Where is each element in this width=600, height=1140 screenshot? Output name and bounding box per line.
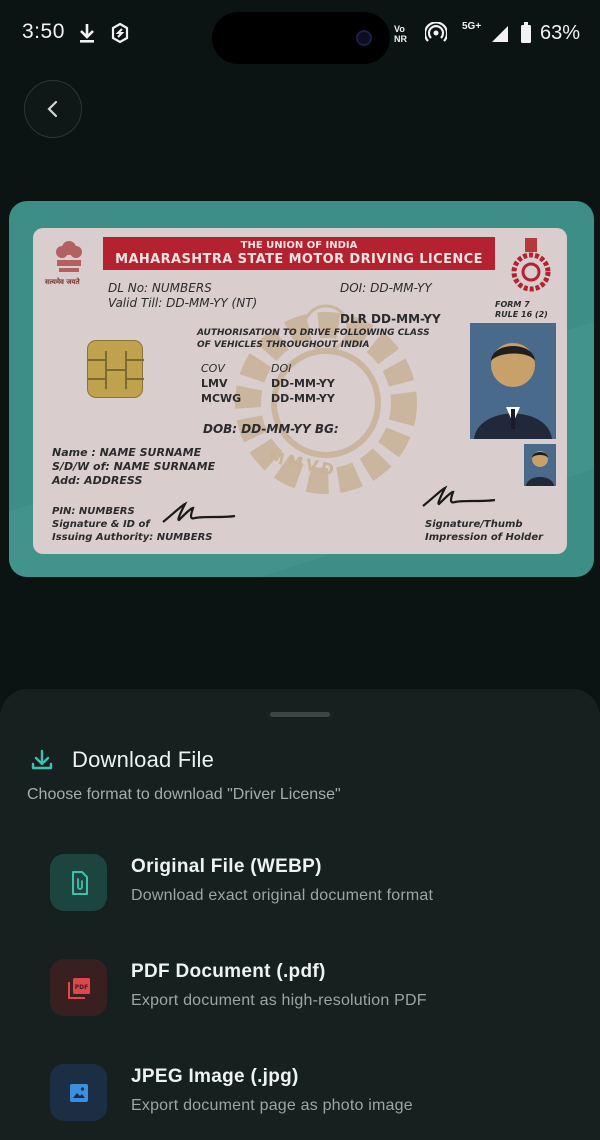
holder-signature-line-2: Impression of Holder bbox=[425, 532, 544, 543]
back-button[interactable] bbox=[24, 80, 82, 138]
driving-licence-card: सत्यमेव जयते THE UNION OF INDIA MAHARASH… bbox=[33, 228, 567, 554]
holder-relation: S/D/W of: NAME SURNAME bbox=[52, 460, 216, 473]
sheet-header: Download File bbox=[30, 747, 214, 773]
option-icon-container bbox=[50, 854, 107, 911]
sim-chip bbox=[87, 340, 144, 398]
sheet-title: Download File bbox=[72, 747, 215, 772]
sheet-subtitle: Choose format to download "Driver Licens… bbox=[27, 786, 341, 803]
class-2-date: DD-MM-YY bbox=[271, 392, 335, 405]
option-jpeg-image[interactable]: JPEG Image (.jpg) Export document page a… bbox=[50, 1064, 570, 1124]
battery-icon bbox=[520, 22, 532, 49]
national-emblem-icon bbox=[56, 241, 82, 272]
class-1-date: DD-MM-YY bbox=[271, 377, 335, 390]
document-preview: सत्यमेव जयते THE UNION OF INDIA MAHARASH… bbox=[9, 201, 594, 577]
option-title: Original File (WEBP) bbox=[131, 856, 322, 877]
shazam-status-icon bbox=[110, 22, 130, 49]
option-original-file[interactable]: Original File (WEBP) Download exact orig… bbox=[50, 854, 570, 914]
holder-signature-line-1: Signature/Thumb bbox=[425, 519, 523, 530]
authority-signature-icon bbox=[162, 501, 236, 523]
authorisation-line-2: OF VEHICLES THROUGHOUT INDIA bbox=[197, 340, 370, 350]
sheet-drag-handle[interactable] bbox=[270, 712, 330, 717]
banner-line-1: THE UNION OF INDIA bbox=[240, 240, 358, 251]
option-description: Export document page as photo image bbox=[131, 1097, 413, 1114]
download-bottom-sheet: Download File Choose format to download … bbox=[0, 689, 600, 1140]
signature-id-line-1: Signature & ID of bbox=[52, 519, 150, 530]
chevron-left-icon bbox=[47, 100, 58, 118]
holder-name: Name : NAME SURNAME bbox=[52, 446, 202, 459]
cov-header: COV bbox=[201, 362, 225, 375]
pdf-icon: PDF bbox=[67, 977, 90, 999]
volte-label-bottom: NR bbox=[394, 34, 407, 44]
option-title: PDF Document (.pdf) bbox=[131, 961, 326, 982]
doi-date: DOI: DD-MM-YY bbox=[340, 281, 432, 295]
option-icon-container bbox=[50, 1064, 107, 1121]
form-number: FORM 7 bbox=[495, 300, 530, 309]
holder-photo-thumbnail bbox=[524, 444, 556, 486]
class-2: MCWG bbox=[201, 392, 242, 405]
pin: PIN: NUMBERS bbox=[52, 506, 135, 517]
file-attachment-icon bbox=[71, 870, 88, 895]
svg-text:PDF: PDF bbox=[74, 984, 87, 991]
valid-till: Valid Till: DD-MM-YY (NT) bbox=[108, 296, 258, 310]
banner-line-2: MAHARASHTRA STATE MOTOR DRIVING LICENCE bbox=[115, 252, 483, 267]
battery-percentage: 63% bbox=[539, 22, 580, 44]
status-bar: 3:50 Vo NR 5G+ 63% bbox=[0, 0, 600, 66]
holder-photo bbox=[470, 323, 556, 439]
holder-address: Add: ADDRESS bbox=[52, 474, 143, 487]
holder-signature-icon bbox=[422, 485, 496, 507]
transport-seal-icon bbox=[511, 238, 551, 292]
camera-cutout bbox=[212, 12, 390, 64]
volte-label-top: Vo bbox=[394, 24, 405, 34]
option-description: Download exact original document format bbox=[131, 887, 434, 904]
doi-header: DOI bbox=[271, 362, 292, 375]
option-pdf-document[interactable]: PDF PDF Document (.pdf) Export document … bbox=[50, 959, 570, 1019]
option-title: JPEG Image (.jpg) bbox=[131, 1066, 299, 1087]
network-type-label: 5G+ bbox=[462, 21, 482, 32]
licence-banner: THE UNION OF INDIA MAHARASHTRA STATE MOT… bbox=[103, 237, 495, 270]
authorisation-line-1: AUTHORISATION TO DRIVE FOLLOWING CLASS bbox=[197, 328, 430, 338]
status-time: 3:50 bbox=[22, 20, 65, 43]
download-status-icon bbox=[78, 22, 96, 49]
dl-number: DL No: NUMBERS bbox=[108, 281, 212, 295]
emblem-caption: सत्यमेव जयते bbox=[45, 278, 80, 286]
camera-lens bbox=[356, 30, 372, 46]
image-icon bbox=[69, 1083, 88, 1102]
dob: DOB: DD-MM-YY BG: bbox=[203, 422, 339, 436]
signal-icon bbox=[490, 22, 510, 49]
rule-number: RULE 16 (2) bbox=[495, 310, 548, 319]
dlr-date: DLR DD-MM-YY bbox=[340, 312, 441, 326]
signature-id-line-2: Issuing Authority: NUMBERS bbox=[52, 532, 213, 543]
hotspot-icon bbox=[423, 21, 449, 49]
class-1: LMV bbox=[201, 377, 228, 390]
download-icon bbox=[31, 749, 53, 770]
option-description: Export document as high-resolution PDF bbox=[131, 992, 427, 1009]
option-icon-container: PDF bbox=[50, 959, 107, 1016]
